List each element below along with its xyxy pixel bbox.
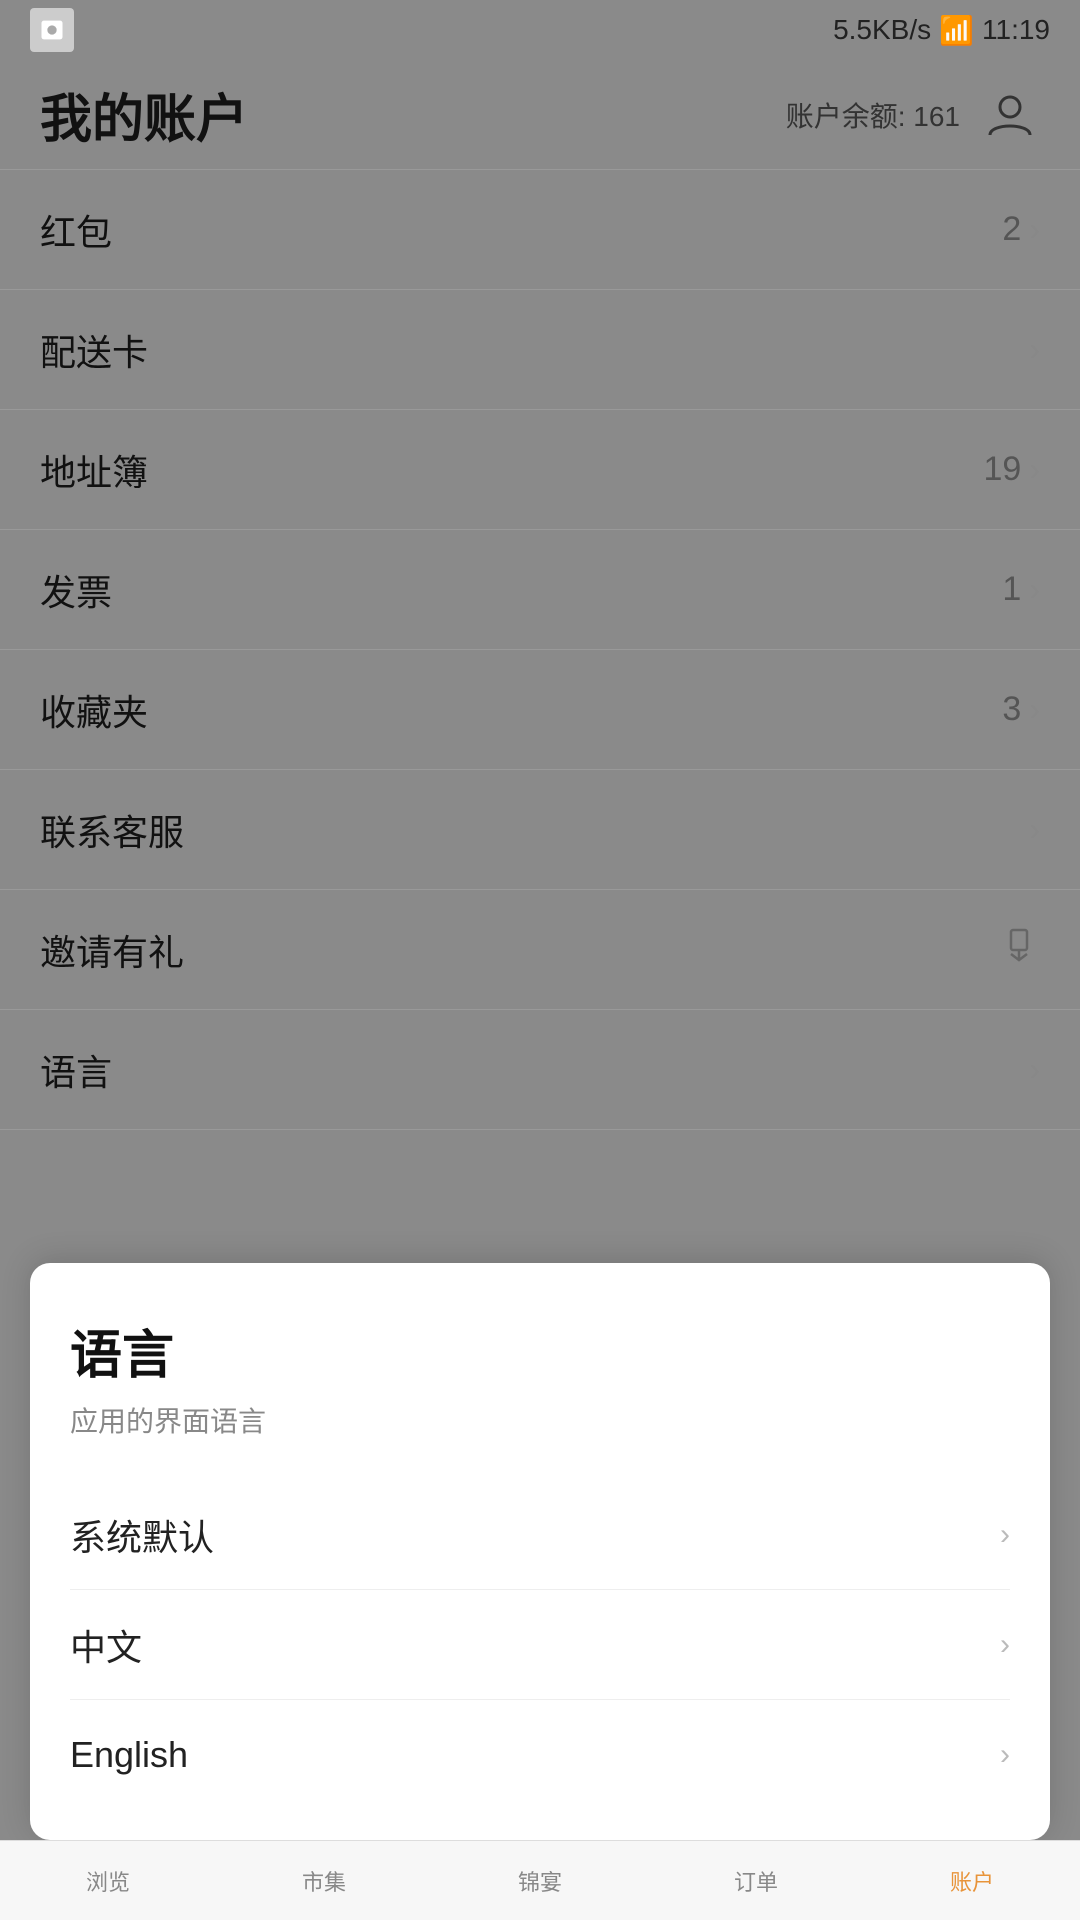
time: 11:19 [982,14,1050,46]
network-speed: 5.5KB/s [833,14,931,46]
language-chinese-label: 中文 [70,1619,142,1671]
nav-label-market: 市集 [302,1865,346,1897]
menu-item-hongbao[interactable]: 红包 2 › [0,170,1080,290]
menu-item-invite[interactable]: 邀请有礼 [0,890,1080,1010]
chevron-icon: › [1029,691,1040,728]
menu-list: 红包 2 › 配送卡 › 地址簿 19 › 发票 1 › 收藏夹 3 › 联系客… [0,170,1080,1130]
language-modal: 语言 应用的界面语言 系统默认 › 中文 › English › [30,1263,1050,1840]
menu-right-support: › [1029,811,1040,848]
menu-label-favorites: 收藏夹 [40,684,148,736]
menu-label-hongbao: 红包 [40,204,112,256]
chevron-icon-english: › [1000,1738,1010,1772]
header-right: 账户余额: 161 [786,85,1040,145]
badge-invoice: 1 [1002,570,1021,609]
menu-item-language[interactable]: 语言 › [0,1010,1080,1130]
menu-label-addressbook: 地址簿 [40,444,148,496]
menu-label-support: 联系客服 [40,804,184,856]
nav-item-account[interactable]: 账户 [864,1841,1080,1920]
nav-label-browse: 浏览 [86,1865,130,1897]
menu-right-addressbook: 19 › [984,450,1040,489]
menu-label-invoice: 发票 [40,564,112,616]
menu-item-addressbook[interactable]: 地址簿 19 › [0,410,1080,530]
menu-item-support[interactable]: 联系客服 › [0,770,1080,890]
menu-label-invite: 邀请有礼 [40,924,184,976]
menu-label-peisongka: 配送卡 [40,324,148,376]
menu-right-invoice: 1 › [1002,570,1040,609]
nav-label-feast: 锦宴 [518,1865,562,1897]
nav-item-orders[interactable]: 订单 [648,1841,864,1920]
chevron-icon: › [1029,451,1040,488]
status-bar: 5.5KB/s 📶 11:19 [0,0,1080,60]
language-default-label: 系统默认 [70,1509,214,1561]
modal-title: 语言 [70,1313,1010,1388]
chevron-icon: › [1029,211,1040,248]
menu-item-invoice[interactable]: 发票 1 › [0,530,1080,650]
badge-hongbao: 2 [1002,210,1021,249]
menu-item-peisongka[interactable]: 配送卡 › [0,290,1080,410]
page-title: 我的账户 [40,77,248,152]
menu-right-invite [998,924,1040,976]
chevron-icon: › [1029,811,1040,848]
nav-item-market[interactable]: 市集 [216,1841,432,1920]
photo-icon [30,8,74,52]
menu-right-favorites: 3 › [1002,690,1040,729]
avatar-button[interactable] [980,85,1040,145]
nav-label-account: 账户 [950,1865,994,1897]
chevron-icon: › [1029,331,1040,368]
language-option-chinese[interactable]: 中文 › [70,1590,1010,1700]
nav-item-browse[interactable]: 浏览 [0,1841,216,1920]
account-balance: 账户余额: 161 [786,95,960,135]
language-english-label: English [70,1734,188,1776]
status-left [30,8,74,52]
language-option-default[interactable]: 系统默认 › [70,1480,1010,1590]
page-header: 我的账户 账户余额: 161 [0,60,1080,170]
badge-addressbook: 19 [984,450,1022,489]
chevron-icon: › [1029,571,1040,608]
language-option-english[interactable]: English › [70,1700,1010,1810]
signal-icons: 📶 [939,14,974,47]
chevron-icon-chinese: › [1000,1628,1010,1662]
status-right: 5.5KB/s 📶 11:19 [833,14,1050,47]
modal-subtitle: 应用的界面语言 [70,1400,1010,1440]
menu-right-hongbao: 2 › [1002,210,1040,249]
badge-favorites: 3 [1002,690,1021,729]
nav-item-feast[interactable]: 锦宴 [432,1841,648,1920]
chevron-icon-default: › [1000,1518,1010,1552]
share-icon [998,924,1040,976]
chevron-icon: › [1029,1051,1040,1088]
nav-label-orders: 订单 [734,1865,778,1897]
menu-label-language: 语言 [40,1044,112,1096]
menu-right-language: › [1029,1051,1040,1088]
menu-item-favorites[interactable]: 收藏夹 3 › [0,650,1080,770]
menu-right-peisongka: › [1029,331,1040,368]
bottom-nav: 浏览 市集 锦宴 订单 账户 [0,1840,1080,1920]
